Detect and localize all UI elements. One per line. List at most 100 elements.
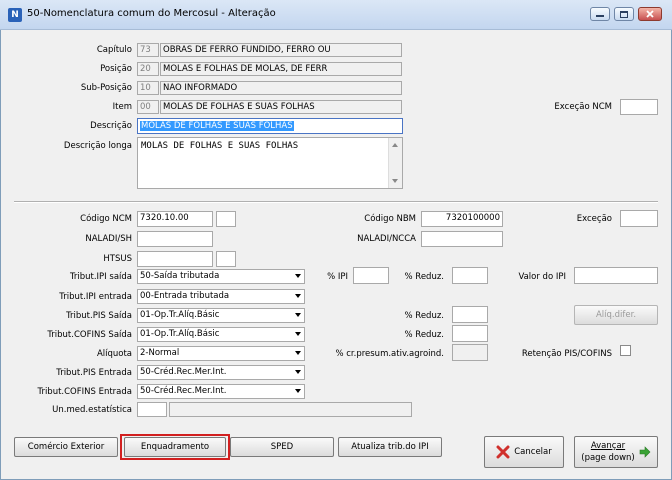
tribut-ipi-saida-select[interactable]: 50-Saída tributada [137,269,305,284]
posicao-code-field: 20 [137,62,159,76]
posicao-label: Posição [100,64,132,74]
tribut-cofins-entrada-select[interactable]: 50-Créd.Rec.Mer.Int. [137,384,305,399]
htsus-label: HTSUS [103,254,132,264]
pct-cr-presum-label: % cr.presum.ativ.agroind. [335,349,444,359]
avancar-button[interactable]: Avançar (page down) [574,436,658,468]
pct-reduz-cofins-label: % Reduz. [404,330,444,340]
chevron-down-icon [295,370,301,374]
naladi-sh-label: NALADI/SH [85,234,132,244]
tribut-ipi-entrada-select[interactable]: 00-Entrada tributada [137,289,305,304]
chevron-down-icon [295,351,301,355]
descricao-label: Descrição [90,121,132,131]
codigo-nbm-field[interactable]: 7320100000 [421,211,503,227]
codigo-ncm-label: Código NCM [80,214,132,224]
tribut-cofins-saida-value: 01-Op.Tr.Alíq.Básic [140,329,220,339]
pct-ipi-field[interactable] [353,267,389,284]
tribut-pis-saida-select[interactable]: 01-Op.Tr.Alíq.Básic [137,308,305,323]
un-med-desc-field [169,402,412,417]
capitulo-label: Capítulo [96,45,132,55]
chevron-down-icon [295,313,301,317]
scroll-up-icon [392,143,398,147]
tribut-pis-saida-label: Tribut.PIS Saída [66,311,132,321]
tribut-cofins-saida-label: Tribut.COFINS Saída [47,330,132,340]
tribut-ipi-entrada-label: Tribut.IPI entrada [59,292,132,302]
window-title: 50-Nomenclatura comum do Mercosul - Alte… [27,8,276,19]
posicao-desc-field: MOLAS E FOLHAS DE MOLAS, DE FERR [160,62,402,76]
comercio-exterior-button[interactable]: Comércio Exterior [14,437,118,457]
app-logo-icon: N [8,8,22,22]
tribut-cofins-entrada-label: Tribut.COFINS Entrada [37,387,133,397]
aliquota-select[interactable]: 2-Normal [137,346,305,361]
sub-posicao-label: Sub-Posição [80,83,132,93]
tribut-ipi-entrada-value: 00-Entrada tributada [140,291,230,301]
pct-ipi-label: % IPI [327,272,348,282]
pct-reduz-pis-label: % Reduz. [404,311,444,321]
pct-reduz-ipi-label: % Reduz. [404,272,444,282]
item-code-field: 00 [137,100,159,114]
descricao-longa-scrollbar[interactable] [388,138,402,188]
excecao-ncm-label: Exceção NCM [554,102,612,112]
capitulo-desc-field: OBRAS DE FERRO FUNDIDO, FERRO OU [160,43,402,57]
chevron-down-icon [295,389,301,393]
minimize-button[interactable] [590,7,610,21]
chevron-down-icon [295,332,301,336]
valor-ipi-label: Valor do IPI [518,272,566,282]
naladi-sh-field[interactable] [137,231,213,247]
sub-posicao-desc-field: NAO INFORMADO [160,81,402,95]
avancar-hint: (page down) [581,453,635,463]
maximize-button[interactable] [614,7,634,21]
tribut-ipi-saida-value: 50-Saída tributada [140,271,220,281]
cancelar-button[interactable]: Cancelar [484,436,564,468]
scroll-down-icon [392,179,398,183]
htsus-extra-field[interactable] [216,251,236,267]
tribut-pis-entrada-select[interactable]: 50-Créd.Rec.Mer.Int. [137,365,305,380]
avancar-label: Avançar [590,441,626,451]
tribut-pis-saida-value: 01-Op.Tr.Alíq.Básic [140,310,220,320]
close-icon [646,10,654,18]
aliquota-label: Alíquota [96,349,132,359]
avancar-text: Avançar (page down) [581,440,635,464]
minimize-icon [596,15,604,17]
retencao-checkbox[interactable] [620,345,631,356]
codigo-ncm-field[interactable]: 7320.10.00 [137,211,213,227]
pct-reduz-pis-field[interactable] [452,306,488,323]
close-icon [496,445,510,459]
cancelar-label: Cancelar [514,447,552,457]
aliquota-value: 2-Normal [140,348,180,358]
tribut-ipi-saida-label: Tribut.IPI saída [69,272,132,282]
codigo-ncm-extra-field[interactable] [216,211,236,227]
un-med-code-field[interactable] [137,402,167,417]
excecao-label: Exceção [576,214,612,224]
naladi-ncca-field[interactable] [421,231,503,247]
codigo-nbm-label: Código NBM [364,214,416,224]
item-desc-field: MOLAS DE FOLHAS E SUAS FOLHAS [160,100,402,114]
sped-button[interactable]: SPED [230,437,334,457]
enquadramento-button[interactable]: Enquadramento [124,437,226,457]
chevron-down-icon [295,294,301,298]
close-button[interactable] [638,7,662,21]
tribut-pis-entrada-value: 50-Créd.Rec.Mer.Int. [140,367,227,377]
tribut-cofins-saida-select[interactable]: 01-Op.Tr.Alíq.Básic [137,327,305,342]
maximize-icon [620,10,628,18]
capitulo-code-field: 73 [137,43,159,57]
excecao-field[interactable] [620,210,658,227]
naladi-ncca-label: NALADI/NCCA [357,234,416,244]
valor-ipi-field[interactable] [574,267,658,284]
descricao-longa-value: MOLAS DE FOLHAS E SUAS FOLHAS [141,141,299,151]
descricao-field[interactable]: MOLAS DE FOLHAS E SUAS FOLHAS [137,118,403,134]
descricao-longa-textarea[interactable]: MOLAS DE FOLHAS E SUAS FOLHAS [137,137,403,189]
aliq-difer-button[interactable]: Alíq.difer. [574,305,658,325]
sub-posicao-code-field: 10 [137,81,159,95]
retencao-label: Retenção PIS/COFINS [521,349,612,359]
descricao-value: MOLAS DE FOLHAS E SUAS FOLHAS [140,121,294,131]
tribut-cofins-entrada-value: 50-Créd.Rec.Mer.Int. [140,386,227,396]
arrow-right-icon [639,446,651,458]
excecao-ncm-field[interactable] [620,99,658,115]
descricao-longa-label: Descrição longa [63,141,132,151]
pct-cr-presum-field[interactable] [452,344,488,361]
item-label: Item [112,102,132,112]
pct-reduz-cofins-field[interactable] [452,325,488,342]
pct-reduz-ipi-field[interactable] [452,267,488,284]
htsus-field[interactable] [137,251,213,267]
atualiza-trib-button[interactable]: Atualiza trib.do IPI [338,437,442,457]
